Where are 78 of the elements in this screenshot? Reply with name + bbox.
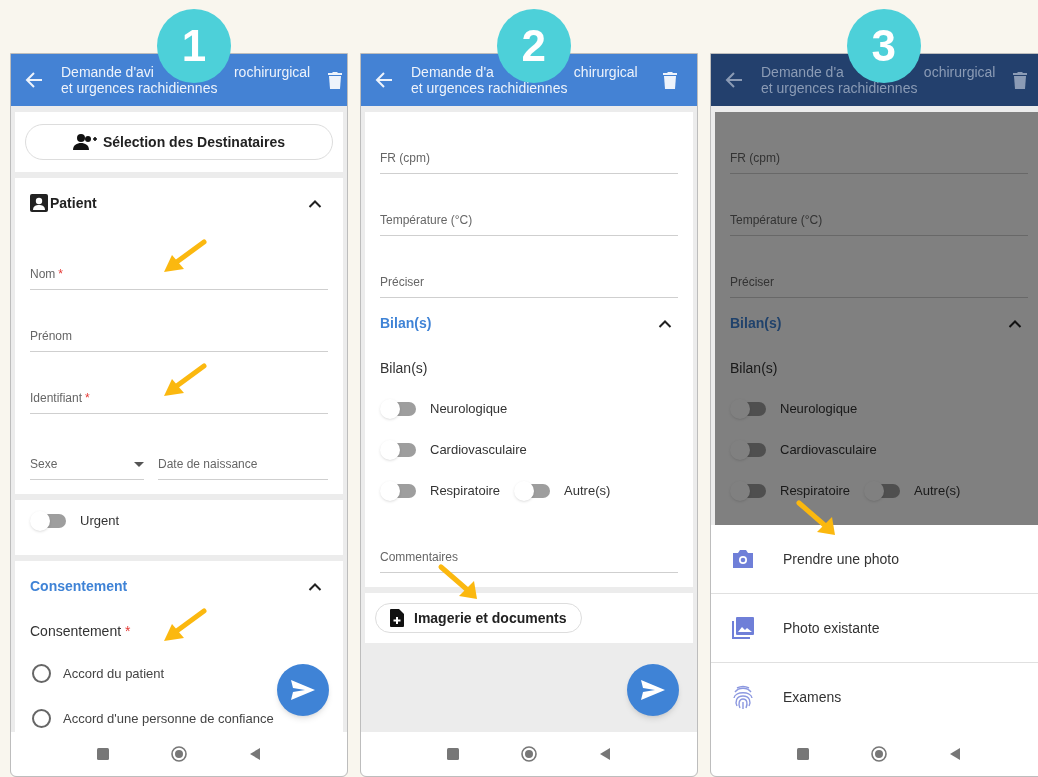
toggle-switch[interactable]	[866, 483, 901, 498]
select-field[interactable]: Sexe	[30, 455, 144, 480]
file-add-icon	[390, 609, 404, 627]
group-label: Bilan(s)	[380, 358, 428, 378]
send-icon	[640, 679, 666, 701]
fingerprint-icon	[731, 684, 755, 711]
section-title: Patient	[50, 193, 97, 213]
sheet-option[interactable]: Photo existante	[711, 594, 1038, 663]
circle-icon[interactable]	[171, 746, 187, 762]
app-bar-title: Demande d'a	[411, 64, 494, 80]
camera-icon	[731, 549, 755, 569]
input-field[interactable]: Prénom	[30, 327, 328, 352]
input-field[interactable]: Date de naissance	[158, 455, 328, 480]
step-number-badge: 1	[156, 9, 231, 83]
toggle-label: Urgent	[80, 511, 120, 530]
action-button[interactable]: Sélection des Destinataires	[25, 124, 333, 160]
app-bar-title: rochirurgical	[233, 64, 311, 80]
dropdown-caret-icon	[134, 461, 144, 467]
toggle-switch[interactable]	[382, 401, 416, 416]
toggle-label: Neurologique	[780, 399, 858, 418]
section-title: Consentement	[30, 576, 128, 596]
step-number-badge: 3	[846, 9, 921, 83]
id-card-icon	[30, 194, 48, 212]
circle-icon[interactable]	[871, 746, 887, 762]
toggle-label: Respiratoire	[430, 481, 501, 500]
square-icon[interactable]	[795, 746, 811, 762]
toggle-label: Autre(s)	[914, 481, 961, 500]
input-field[interactable]: Température (°C)	[730, 211, 1028, 236]
app-bar-title: ochirurgical	[923, 64, 996, 80]
input-field[interactable]: Commentaires	[380, 548, 678, 573]
toggle-label: Respiratoire	[780, 481, 851, 500]
chevron-up-icon[interactable]	[658, 318, 672, 328]
toggle-switch[interactable]	[32, 513, 66, 528]
input-field[interactable]: FR (cpm)	[380, 149, 678, 174]
app-bar-title: Demande d'a	[761, 64, 844, 80]
input-field[interactable]: Préciser	[380, 273, 678, 298]
sheet-option[interactable]: Examens	[711, 663, 1038, 732]
square-icon[interactable]	[95, 746, 111, 762]
action-button[interactable]: Imagerie et documents	[375, 603, 582, 633]
toggle-switch[interactable]	[732, 401, 766, 416]
app-bar-title: chirurgical	[573, 64, 638, 80]
app-bar-title: et urgences rachidiennes	[411, 80, 568, 96]
app-bar-title: et urgences rachidiennes	[761, 80, 918, 96]
toggle-label: Autre(s)	[564, 481, 611, 500]
send-button[interactable]	[627, 664, 679, 716]
trash-icon[interactable]	[328, 71, 343, 89]
toggle-switch[interactable]	[732, 483, 766, 498]
send-icon	[290, 679, 316, 701]
input-field[interactable]: Température (°C)	[380, 211, 678, 236]
toggle-switch[interactable]	[516, 483, 551, 498]
step-number-badge: 2	[496, 9, 571, 83]
toggle-label: Cardiovasculaire	[430, 440, 527, 459]
toggle-label: Neurologique	[430, 399, 508, 418]
trash-icon[interactable]	[663, 71, 677, 89]
radio-button[interactable]	[32, 664, 51, 683]
circle-icon[interactable]	[521, 746, 537, 762]
back-arrow-icon[interactable]	[725, 72, 743, 88]
toggle-switch[interactable]	[732, 442, 766, 457]
radio-button[interactable]	[32, 709, 51, 728]
chevron-up-icon[interactable]	[308, 198, 322, 208]
toggle-label: Cardiovasculaire	[780, 440, 877, 459]
group-label: Bilan(s)	[730, 358, 778, 378]
section-title: Bilan(s)	[730, 313, 782, 333]
square-icon[interactable]	[445, 746, 461, 762]
section-title: Bilan(s)	[380, 313, 432, 333]
radio-label: Accord du patient	[63, 664, 165, 683]
input-field[interactable]: Préciser	[730, 273, 1028, 298]
images-icon	[731, 616, 755, 640]
group-label: Consentement *	[30, 621, 131, 641]
trash-icon[interactable]	[1013, 71, 1028, 89]
toggle-switch[interactable]	[382, 483, 416, 498]
radio-label: Accord d'une personne de confiance	[63, 709, 274, 728]
app-bar-title: et urgences rachidiennes	[61, 80, 218, 96]
input-field[interactable]: FR (cpm)	[730, 149, 1028, 174]
chevron-up-icon[interactable]	[308, 581, 322, 591]
person-add-icon	[72, 133, 97, 151]
toggle-switch[interactable]	[382, 442, 416, 457]
app-bar-title: Demande d'avi	[61, 64, 154, 80]
